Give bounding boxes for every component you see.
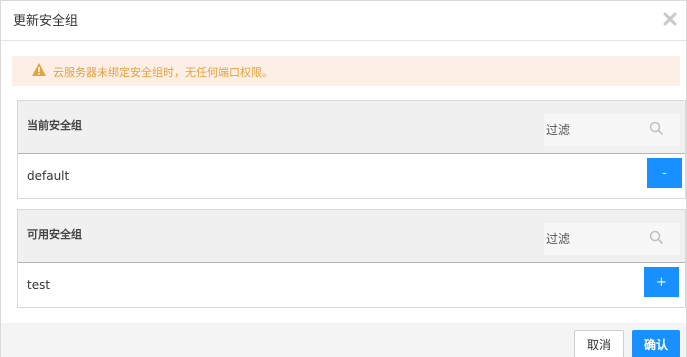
current-group-label: 当前安全组 — [27, 119, 82, 132]
close-icon[interactable] — [662, 11, 678, 27]
available-group-panel: 可用安全组 test + — [17, 209, 686, 308]
dialog-title: 更新安全组 — [13, 14, 79, 29]
cancel-button[interactable]: 取消 — [574, 330, 624, 357]
remove-group-button[interactable]: - — [647, 158, 682, 188]
current-group-panel: 当前安全组 default - — [17, 100, 686, 199]
dialog-header: 更新安全组 — [1, 1, 686, 41]
available-group-label: 可用安全组 — [27, 228, 82, 241]
current-group-header: 当前安全组 — [18, 101, 685, 154]
alert-message: 云服务器未绑定安全组时，无任何端口权限。 — [53, 66, 273, 79]
security-group-name: test — [27, 278, 51, 292]
warning-alert: 云服务器未绑定安全组时，无任何端口权限。 — [12, 56, 680, 86]
search-icon[interactable] — [649, 120, 663, 135]
warning-icon — [31, 62, 47, 77]
search-icon[interactable] — [649, 229, 663, 244]
add-group-button[interactable]: + — [644, 267, 679, 297]
security-group-name: default — [27, 169, 70, 183]
available-group-header: 可用安全组 — [18, 210, 685, 263]
confirm-button[interactable]: 确认 — [632, 330, 680, 357]
update-security-group-dialog: 更新安全组 云服务器未绑定安全组时，无任何端口权限。 当前安全组 过滤 defa… — [0, 0, 687, 357]
